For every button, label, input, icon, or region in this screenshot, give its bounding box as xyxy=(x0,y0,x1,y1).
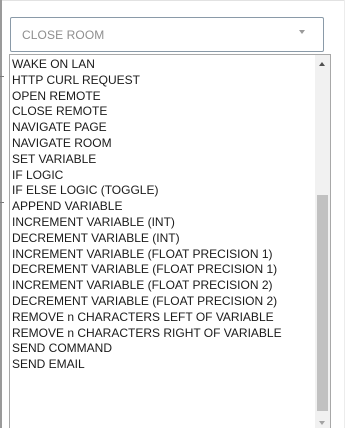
action-select[interactable]: CLOSE ROOM xyxy=(10,17,324,52)
dropdown-option[interactable]: NAVIGATE PAGE xyxy=(10,120,316,136)
background-stub xyxy=(0,76,4,77)
option-list: WAKE ON LAN HTTP CURL REQUEST OPEN REMOTE C… xyxy=(10,57,316,373)
dropdown-option[interactable]: CLOSE REMOTE xyxy=(10,104,316,120)
dropdown-option[interactable]: REMOVE n CHARACTERS RIGHT OF VARIABLE xyxy=(10,326,316,342)
dropdown-option[interactable]: INCREMENT VARIABLE (FLOAT PRECISION 2) xyxy=(10,278,316,294)
scroll-up-arrow-icon[interactable] xyxy=(319,62,325,66)
dropdown-option[interactable]: DECREMENT VARIABLE (INT) xyxy=(10,231,316,247)
dropdown-option[interactable]: INCREMENT VARIABLE (FLOAT PRECISION 1) xyxy=(10,247,316,263)
dropdown-option[interactable]: REMOVE n CHARACTERS LEFT OF VARIABLE xyxy=(10,310,316,326)
action-dropdown-list[interactable]: WAKE ON LAN HTTP CURL REQUEST OPEN REMOTE C… xyxy=(9,54,331,428)
chevron-down-icon xyxy=(299,30,305,34)
select-value: CLOSE ROOM xyxy=(22,28,105,42)
dropdown-option[interactable]: HTTP CURL REQUEST xyxy=(10,73,316,89)
dropdown-option[interactable]: SEND COMMAND xyxy=(10,341,316,357)
dropdown-option[interactable]: SET VARIABLE xyxy=(10,152,316,168)
dropdown-option[interactable]: NAVIGATE ROOM xyxy=(10,136,316,152)
page: CLOSE ROOM WAKE ON LAN HTTP CURL REQUEST O… xyxy=(0,0,345,428)
dropdown-option[interactable]: IF LOGIC xyxy=(10,168,316,184)
dropdown-option[interactable]: DECREMENT VARIABLE (FLOAT PRECISION 2) xyxy=(10,294,316,310)
background-divider xyxy=(0,0,345,1)
dropdown-option[interactable]: DECREMENT VARIABLE (FLOAT PRECISION 1) xyxy=(10,262,316,278)
scrollbar-thumb[interactable] xyxy=(317,195,328,411)
dropdown-option[interactable]: APPEND VARIABLE xyxy=(10,199,316,215)
dropdown-option[interactable]: IF ELSE LOGIC (TOGGLE) xyxy=(10,183,316,199)
dropdown-option[interactable]: WAKE ON LAN xyxy=(10,57,316,73)
dropdown-option[interactable]: INCREMENT VARIABLE (INT) xyxy=(10,215,316,231)
background-stub xyxy=(0,202,4,203)
scrollbar[interactable] xyxy=(315,55,330,428)
background-left-edge xyxy=(0,0,2,428)
scroll-down-arrow-icon[interactable] xyxy=(319,421,325,425)
dropdown-option[interactable]: SEND EMAIL xyxy=(10,357,316,373)
dropdown-option[interactable]: OPEN REMOTE xyxy=(10,89,316,105)
